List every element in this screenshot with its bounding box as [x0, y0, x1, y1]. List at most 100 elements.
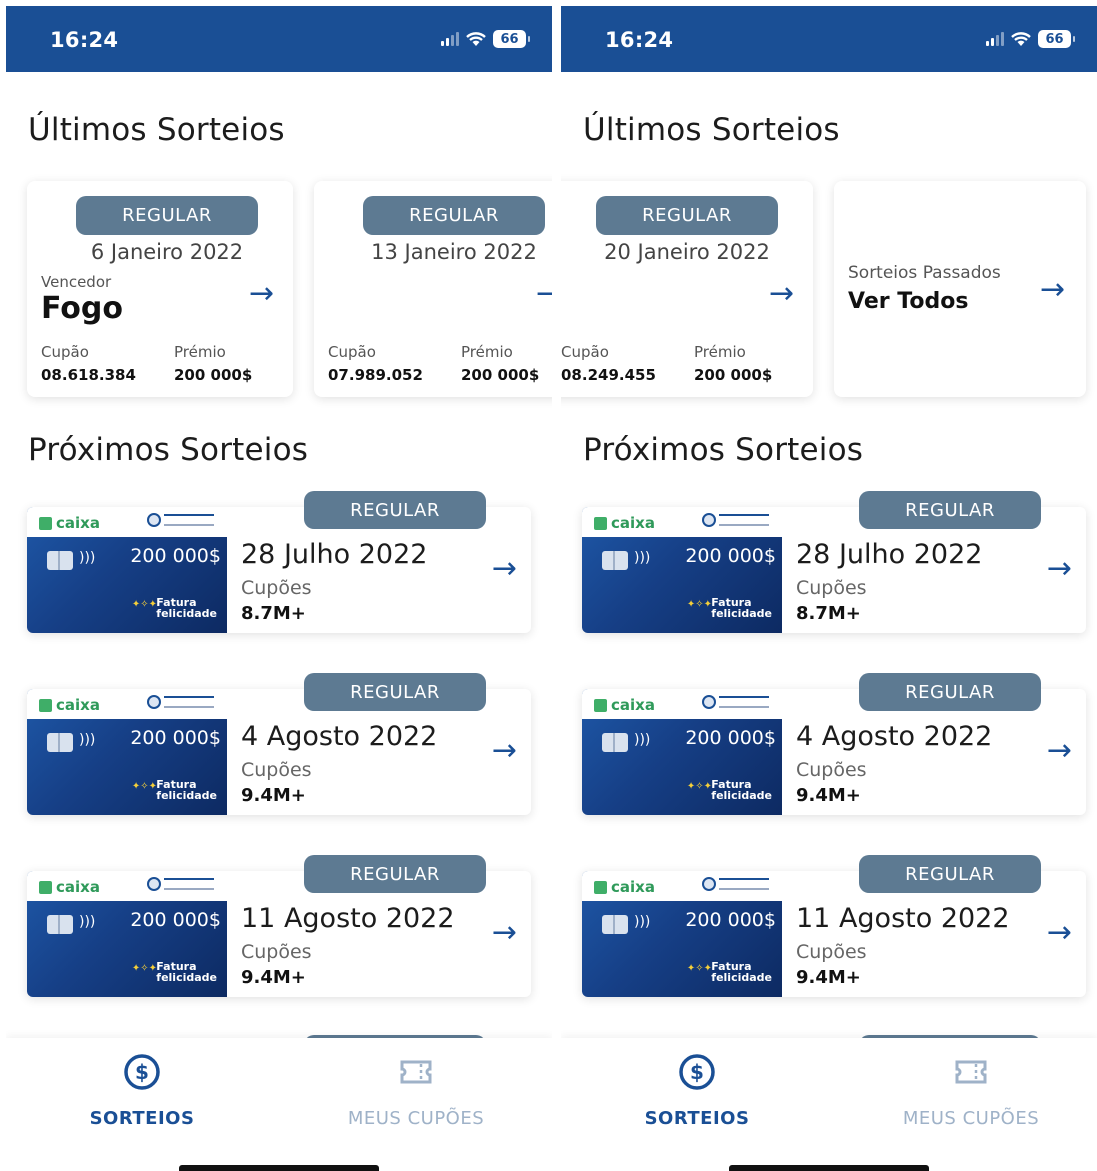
coupons-value: 9.4M+	[241, 967, 306, 988]
nav-label-draws: SORTEIOS	[644, 1108, 750, 1129]
nav-tab-draws[interactable]: $ SORTEIOS	[617, 1052, 777, 1129]
nav-tab-coupons[interactable]: MEUS CUPÕES	[891, 1052, 1051, 1129]
latest-draws-title: Últimos Sorteios	[28, 112, 285, 148]
view-all-link[interactable]: Ver Todos	[848, 289, 968, 314]
sparkle-icon: ✦✧✦	[131, 599, 157, 610]
arrow-right-icon[interactable]: →	[1040, 275, 1065, 305]
chip-icon	[602, 915, 628, 934]
caixa-logo: caixa	[39, 696, 100, 714]
signal-icon	[441, 32, 459, 46]
ticket-banner: caixa ))) 200 000$ ✦✧✦ Fatura felicidade	[582, 689, 782, 815]
chip-icon	[602, 551, 628, 570]
chip-icon	[47, 915, 73, 934]
arrow-right-icon[interactable]: →	[1047, 733, 1072, 768]
home-indicator	[179, 1165, 379, 1171]
upcoming-draw-card[interactable]: caixa ))) 200 000$ ✦✧✦ Fatura felicidade …	[27, 855, 531, 997]
caixa-logo: caixa	[594, 696, 655, 714]
prize-value: 200 000$	[174, 366, 253, 384]
ticket-banner: caixa ))) 200 000$ ✦✧✦ Fatura felicidade	[27, 507, 227, 633]
nav-tab-draws[interactable]: $ SORTEIOS	[62, 1052, 222, 1129]
ticket-amount: 200 000$	[130, 909, 221, 931]
draw-type-badge: REGULAR	[363, 196, 545, 235]
ministry-logo	[702, 695, 769, 709]
battery-icon: 66	[493, 30, 530, 48]
coupons-label: Cupões	[796, 759, 867, 781]
upcoming-draw-card[interactable]: caixa ))) 200 000$ ✦✧✦ Fatura felicidade …	[582, 855, 1086, 997]
coupons-value: 8.7M+	[241, 603, 306, 624]
ministry-logo	[147, 513, 214, 527]
view-all-card[interactable]: Sorteios Passados Ver Todos →	[834, 181, 1086, 397]
ticket-icon	[955, 1060, 987, 1084]
draw-date: 28 Julho 2022	[241, 539, 428, 570]
sparkle-icon: ✦✧✦	[686, 963, 712, 974]
ticket-banner: caixa ))) 200 000$ ✦✧✦ Fatura felicidade	[27, 871, 227, 997]
contactless-icon: )))	[79, 732, 96, 748]
coupon-value: 08.618.384	[41, 366, 136, 384]
fatura-logo: Fatura felicidade	[156, 596, 217, 620]
contactless-icon: )))	[634, 914, 651, 930]
sparkle-icon: ✦✧✦	[686, 599, 712, 610]
draw-date: 13 Janeiro 2022	[371, 240, 537, 264]
arrow-right-icon[interactable]: →	[536, 279, 552, 309]
draw-type-badge: REGULAR	[304, 855, 486, 893]
status-icons: 66	[986, 30, 1075, 48]
sparkle-icon: ✦✧✦	[131, 963, 157, 974]
prize-label: Prémio	[694, 343, 746, 361]
contactless-icon: )))	[79, 550, 96, 566]
ticket-amount: 200 000$	[130, 727, 221, 749]
signal-icon	[986, 32, 1004, 46]
status-icons: 66	[441, 30, 530, 48]
upcoming-draw-card[interactable]: caixa ))) 200 000$ ✦✧✦ Fatura felicidade …	[582, 673, 1086, 815]
arrow-right-icon[interactable]: →	[1047, 551, 1072, 586]
ticket-banner: caixa ))) 200 000$ ✦✧✦ Fatura felicidade	[27, 689, 227, 815]
past-draws-label: Sorteios Passados	[848, 263, 1001, 283]
nav-label-draws: SORTEIOS	[89, 1108, 195, 1129]
chip-icon	[602, 733, 628, 752]
chip-icon	[47, 551, 73, 570]
wifi-icon	[466, 32, 486, 46]
coupons-value: 9.4M+	[241, 785, 306, 806]
fatura-logo: Fatura felicidade	[711, 778, 772, 802]
caixa-logo: caixa	[594, 514, 655, 532]
upcoming-draw-card[interactable]: caixa ))) 200 000$ ✦✧✦ Fatura felicidade …	[582, 491, 1086, 633]
arrow-right-icon[interactable]: →	[492, 551, 517, 586]
draw-type-badge: REGULAR	[596, 196, 778, 235]
latest-draw-card[interactable]: REGULAR 20 Janeiro 2022 → Cupão 08.249.4…	[561, 181, 813, 397]
arrow-right-icon[interactable]: →	[769, 279, 794, 309]
ticket-icon	[400, 1060, 432, 1084]
coupons-label: Cupões	[796, 577, 867, 599]
upcoming-draw-card[interactable]: caixa ))) 200 000$ ✦✧✦ Fatura felicidade …	[27, 491, 531, 633]
caixa-logo: caixa	[39, 878, 100, 896]
fatura-logo: Fatura felicidade	[711, 960, 772, 984]
upcoming-draws-title: Próximos Sorteios	[583, 432, 864, 468]
svg-text:$: $	[135, 1060, 149, 1084]
nav-label-coupons: MEUS CUPÕES	[347, 1108, 485, 1129]
latest-draw-card[interactable]: REGULAR 13 Janeiro 2022 → Cupão 07.989.0…	[314, 181, 552, 397]
coupons-label: Cupões	[241, 759, 312, 781]
caixa-logo: caixa	[39, 514, 100, 532]
arrow-right-icon[interactable]: →	[492, 733, 517, 768]
chip-icon	[47, 733, 73, 752]
arrow-right-icon[interactable]: →	[249, 279, 274, 309]
latest-draws-title: Últimos Sorteios	[583, 112, 840, 148]
arrow-right-icon[interactable]: →	[492, 915, 517, 950]
home-indicator	[729, 1165, 929, 1171]
screen-left: 16:24 66 Últimos Sorteios REGULAR 6 Jane…	[6, 0, 552, 1171]
status-bar: 16:24 66	[561, 6, 1097, 72]
bottom-nav: $ SORTEIOS MEUS CUPÕES	[561, 1038, 1097, 1171]
latest-draw-card[interactable]: REGULAR 6 Janeiro 2022 Vencedor Fogo → C…	[27, 181, 293, 397]
nav-tab-coupons[interactable]: MEUS CUPÕES	[336, 1052, 496, 1129]
contactless-icon: )))	[79, 914, 96, 930]
upcoming-draws-title: Próximos Sorteios	[28, 432, 309, 468]
bottom-nav: $ SORTEIOS MEUS CUPÕES	[6, 1038, 552, 1171]
svg-text:$: $	[690, 1060, 704, 1084]
draw-type-badge: REGULAR	[304, 673, 486, 711]
coupons-value: 9.4M+	[796, 785, 861, 806]
upcoming-draw-card[interactable]: caixa ))) 200 000$ ✦✧✦ Fatura felicidade …	[27, 673, 531, 815]
ministry-logo	[702, 877, 769, 891]
coupon-label: Cupão	[561, 343, 609, 361]
screen-right: 16:24 66 Últimos Sorteios REGULAR 20 Jan…	[561, 0, 1097, 1171]
fatura-logo: Fatura felicidade	[156, 960, 217, 984]
arrow-right-icon[interactable]: →	[1047, 915, 1072, 950]
caixa-logo: caixa	[594, 878, 655, 896]
